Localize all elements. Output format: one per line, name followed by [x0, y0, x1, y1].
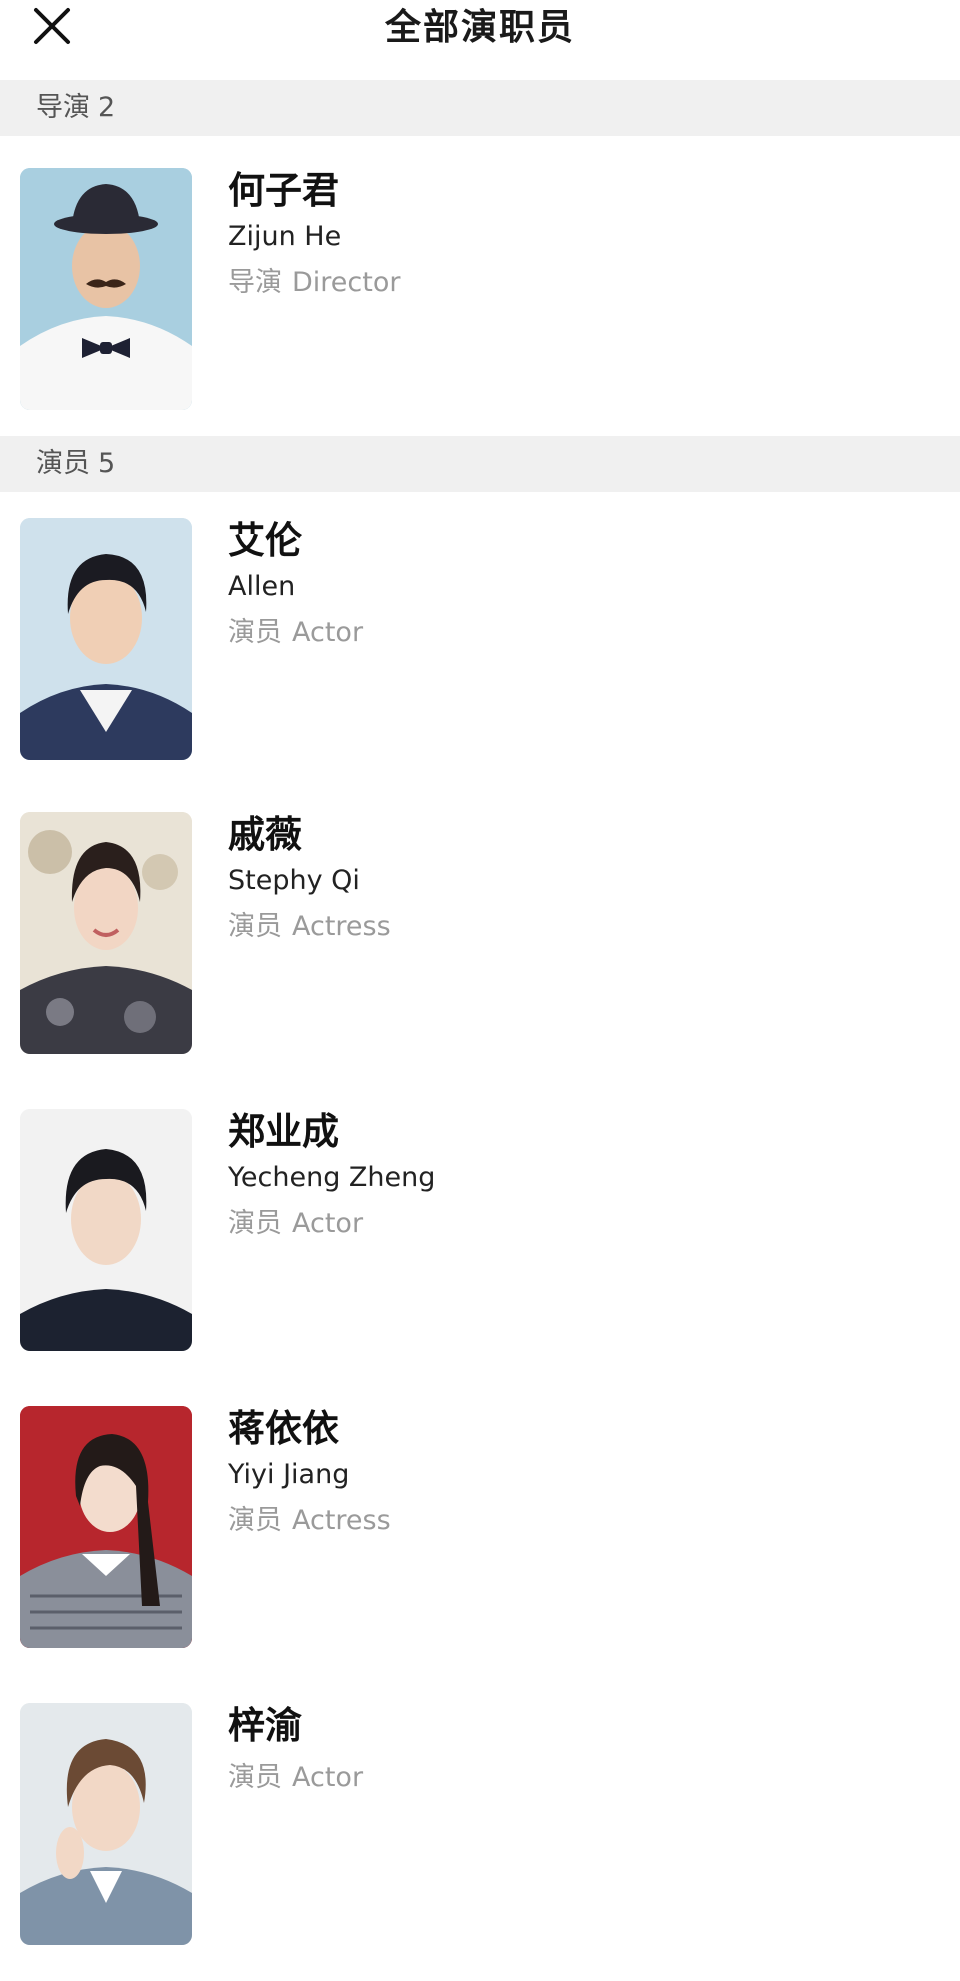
role-cn: 演员	[228, 1762, 282, 1793]
avatar	[20, 518, 192, 760]
role-cn: 演员	[228, 1505, 282, 1536]
section-count: 5	[98, 448, 116, 479]
person-row-ziyu[interactable]: 梓渝 演员 Actor	[0, 1681, 960, 1981]
role-cn: 导演	[228, 267, 282, 298]
person-name-cn: 梓渝	[228, 1704, 302, 1747]
person-role: 演员 Actor	[228, 614, 363, 652]
person-role: 演员 Actress	[228, 908, 391, 946]
avatar	[20, 812, 192, 1054]
person-role: 演员 Actress	[228, 1502, 391, 1540]
person-info: 艾伦 Allen 演员 Actor	[228, 518, 363, 652]
role-en: Director	[292, 267, 401, 298]
avatar	[20, 1109, 192, 1351]
person-name-en: Yiyi Jiang	[228, 1459, 350, 1490]
page-title: 全部演职员	[384, 7, 575, 48]
avatar	[20, 1703, 192, 1945]
avatar	[20, 168, 192, 410]
person-role: 导演 Director	[228, 264, 400, 302]
role-en: Actress	[292, 1505, 391, 1536]
person-row-stephy-qi[interactable]: 戚薇 Stephy Qi 演员 Actress	[0, 790, 960, 1087]
person-row-yecheng-zheng[interactable]: 郑业成 Yecheng Zheng 演员 Actor	[0, 1087, 960, 1384]
section-count: 2	[98, 92, 116, 123]
person-name-cn: 郑业成	[228, 1110, 339, 1153]
person-name-en: Allen	[228, 571, 296, 602]
person-info: 郑业成 Yecheng Zheng 演员 Actor	[228, 1109, 435, 1243]
role-en: Actor	[292, 1208, 364, 1239]
section-label: 导演	[36, 92, 90, 123]
person-row-allen[interactable]: 艾伦 Allen 演员 Actor	[0, 492, 960, 790]
person-row-zijun-he[interactable]: 何子君 Zijun He 导演 Director	[0, 136, 960, 436]
person-role: 演员 Actor	[228, 1759, 363, 1797]
top-bar: 全部演职员	[0, 0, 960, 80]
person-name-cn: 戚薇	[228, 813, 302, 856]
role-cn: 演员	[228, 911, 282, 942]
person-name-en: Yecheng Zheng	[228, 1162, 436, 1193]
person-name-cn: 艾伦	[228, 519, 302, 562]
person-name-en: Zijun He	[228, 221, 342, 252]
section-label: 演员	[36, 448, 90, 479]
section-header-actors: 演员 5	[0, 436, 960, 492]
person-info: 戚薇 Stephy Qi 演员 Actress	[228, 812, 391, 946]
person-name-cn: 何子君	[228, 169, 339, 212]
role-cn: 演员	[228, 1208, 282, 1239]
role-en: Actor	[292, 617, 364, 648]
person-name-en: Stephy Qi	[228, 865, 360, 896]
person-name-cn: 蒋依依	[228, 1407, 339, 1450]
section-header-directors: 导演 2	[0, 80, 960, 136]
role-en: Actor	[292, 1762, 364, 1793]
person-role: 演员 Actor	[228, 1205, 435, 1243]
role-en: Actress	[292, 911, 391, 942]
person-row-yiyi-jiang[interactable]: 蒋依依 Yiyi Jiang 演员 Actress	[0, 1384, 960, 1681]
person-info: 蒋依依 Yiyi Jiang 演员 Actress	[228, 1406, 391, 1540]
person-info: 梓渝 演员 Actor	[228, 1703, 363, 1797]
role-cn: 演员	[228, 617, 282, 648]
avatar	[20, 1406, 192, 1648]
person-info: 何子君 Zijun He 导演 Director	[228, 168, 400, 302]
